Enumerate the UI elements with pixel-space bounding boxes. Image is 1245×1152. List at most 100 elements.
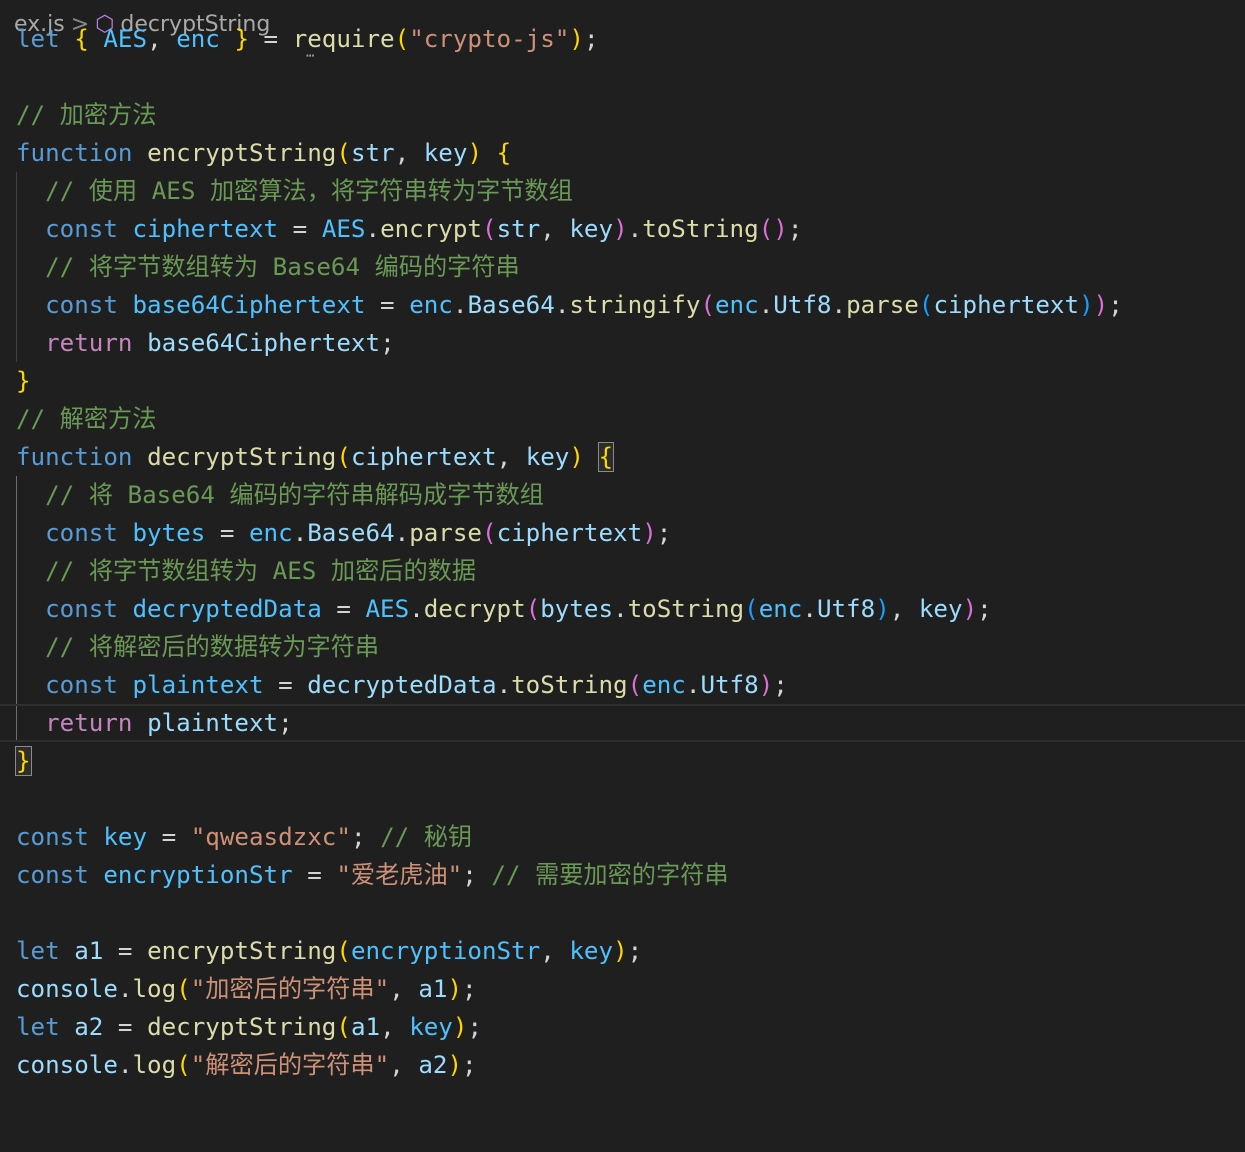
- code-token: ciphertext: [350, 443, 497, 471]
- code-token: key: [423, 139, 468, 167]
- code-line[interactable]: const ciphertext = AES.encrypt(str, key)…: [0, 210, 1245, 248]
- code-token: toString: [627, 595, 745, 623]
- code-token: ,: [394, 139, 424, 167]
- code-token: ): [569, 25, 584, 53]
- code-line[interactable]: console.log("加密后的字符串", a1);: [0, 970, 1245, 1008]
- code-token: parse: [846, 291, 919, 319]
- code-editor[interactable]: ⋯ let { AES, enc } = require("crypto-js"…: [0, 20, 1245, 1152]
- code-token: {: [597, 442, 615, 472]
- code-line[interactable]: let { AES, enc } = require("crypto-js");: [0, 20, 1245, 58]
- code-token: // 将解密后的数据转为字符串: [45, 633, 380, 661]
- code-line[interactable]: }: [0, 742, 1245, 780]
- code-line[interactable]: const bytes = enc.Base64.parse(ciphertex…: [0, 514, 1245, 552]
- code-token: ;: [787, 215, 803, 243]
- code-token: enc: [715, 291, 759, 319]
- code-token: enc: [409, 291, 453, 319]
- code-token: // 使用 AES 加密算法，将字符串转为字节数组: [45, 177, 573, 205]
- breadcrumb: ex.js > ⬡ decryptString: [0, 0, 270, 37]
- code-token: ;: [627, 937, 643, 965]
- code-token: .: [409, 595, 424, 623]
- code-token: .: [685, 671, 701, 699]
- code-token: .: [394, 519, 410, 547]
- code-token: ;: [583, 25, 599, 53]
- code-line[interactable]: [0, 58, 1245, 96]
- code-token: .: [613, 595, 628, 623]
- code-line[interactable]: [0, 894, 1245, 932]
- code-token: {: [74, 25, 89, 53]
- code-line-text: let a1 = encryptString(encryptionStr, ke…: [16, 932, 642, 970]
- code-token: "爱老虎油": [336, 861, 463, 889]
- code-line[interactable]: const decryptedData = AES.decrypt(bytes.…: [0, 590, 1245, 628]
- code-token: ): [613, 215, 628, 243]
- code-token: ;: [350, 823, 381, 851]
- code-line[interactable]: // 加密方法: [0, 96, 1245, 134]
- code-token: ): [569, 443, 584, 471]
- code-token: plaintext: [132, 671, 264, 699]
- code-line[interactable]: const key = "qweasdzxc"; // 秘钥: [0, 818, 1245, 856]
- code-line[interactable]: // 解密方法: [0, 400, 1245, 438]
- code-line-text: // 将 Base64 编码的字符串解码成字节数组: [16, 476, 544, 514]
- code-token: .: [802, 595, 817, 623]
- code-token: .: [554, 291, 570, 319]
- code-token: // 将字节数组转为 Base64 编码的字符串: [45, 253, 520, 281]
- code-token: ,: [380, 1013, 410, 1041]
- code-line[interactable]: let a2 = decryptString(a1, key);: [0, 1008, 1245, 1046]
- code-token: decryptedData: [132, 595, 322, 623]
- code-token: (: [176, 1051, 191, 1079]
- code-line-text: }: [15, 742, 32, 780]
- code-line[interactable]: return plaintext;: [0, 704, 1245, 742]
- code-line[interactable]: const base64Ciphertext = enc.Base64.stri…: [0, 286, 1245, 324]
- code-line[interactable]: [0, 780, 1245, 818]
- code-token: "加密后的字符串": [190, 975, 390, 1003]
- code-token: key: [103, 823, 148, 851]
- code-line[interactable]: // 将字节数组转为 Base64 编码的字符串: [0, 248, 1245, 286]
- code-line[interactable]: let a1 = encryptString(encryptionStr, ke…: [0, 932, 1245, 970]
- code-token: ): [875, 595, 890, 623]
- code-line[interactable]: const encryptionStr = "爱老虎油"; // 需要加密的字符…: [0, 856, 1245, 894]
- code-line[interactable]: const plaintext = decryptedData.toString…: [0, 666, 1245, 704]
- code-token: (: [336, 937, 351, 965]
- code-token: ): [447, 975, 462, 1003]
- code-token: Utf8: [816, 595, 876, 623]
- code-line-text: let a2 = decryptString(a1, key);: [16, 1008, 482, 1046]
- code-line[interactable]: // 将 Base64 编码的字符串解码成字节数组: [0, 476, 1245, 514]
- code-line[interactable]: // 使用 AES 加密算法，将字符串转为字节数组: [0, 172, 1245, 210]
- code-line[interactable]: // 将字节数组转为 AES 加密后的数据: [0, 552, 1245, 590]
- code-token: .: [117, 1051, 133, 1079]
- code-token: ,: [889, 595, 919, 623]
- code-token: .: [452, 291, 468, 319]
- code-token: ciphertext: [496, 519, 643, 547]
- code-line-text: const encryptionStr = "爱老虎油"; // 需要加密的字符…: [16, 856, 729, 894]
- code-token: let: [16, 937, 60, 965]
- code-line[interactable]: return base64Ciphertext;: [0, 324, 1245, 362]
- code-line[interactable]: console.log("解密后的字符串", a2);: [0, 1046, 1245, 1084]
- code-line[interactable]: function decryptString(ciphertext, key) …: [0, 438, 1245, 476]
- code-token: enc: [249, 519, 293, 547]
- code-line[interactable]: }: [0, 362, 1245, 400]
- code-line-text: const key = "qweasdzxc"; // 秘钥: [16, 818, 472, 856]
- code-token: =: [278, 215, 322, 243]
- code-token: =: [321, 595, 366, 623]
- code-token: enc: [176, 25, 220, 53]
- code-token: =: [103, 1013, 148, 1041]
- code-line-text: // 将解密后的数据转为字符串: [16, 628, 379, 666]
- code-token: Base64: [467, 291, 555, 319]
- code-token: key: [918, 595, 963, 623]
- code-line[interactable]: function encryptString(str, key) {: [0, 134, 1245, 172]
- code-token: return: [45, 709, 133, 737]
- code-token: .: [365, 215, 381, 243]
- code-token: (: [336, 443, 351, 471]
- code-line[interactable]: // 将解密后的数据转为字符串: [0, 628, 1245, 666]
- code-token: function: [16, 443, 133, 471]
- code-token: =: [147, 823, 191, 851]
